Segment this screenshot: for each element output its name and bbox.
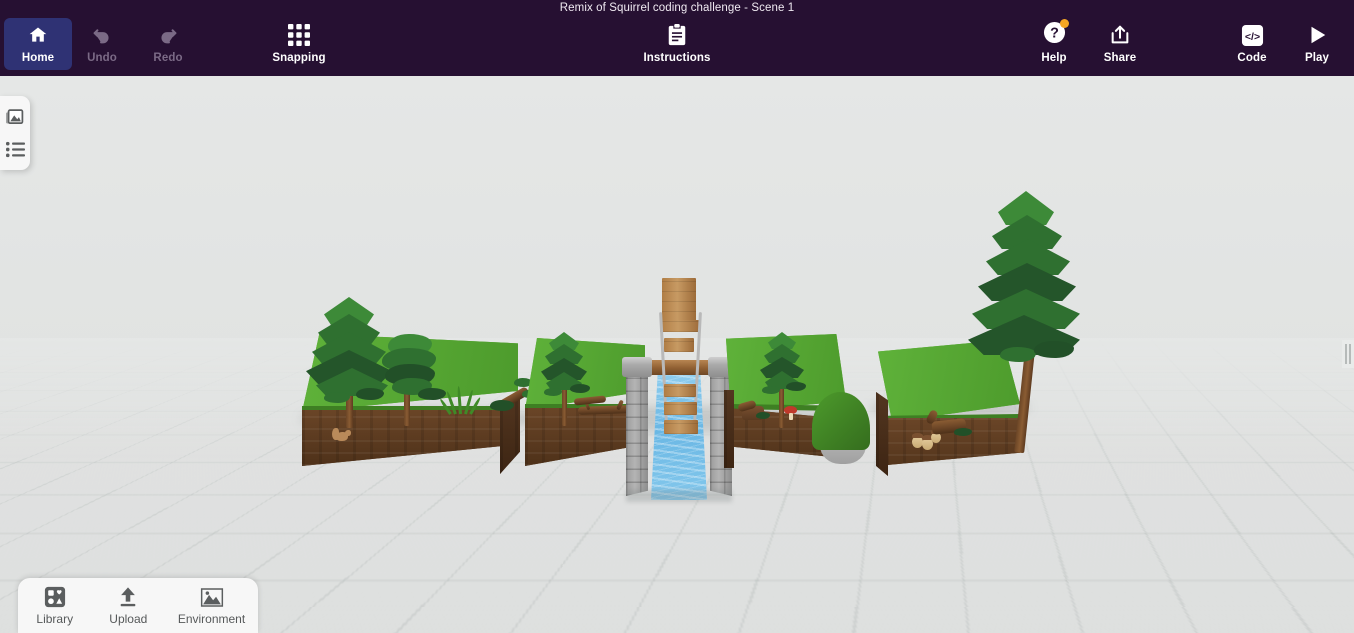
home-icon — [27, 22, 49, 48]
svg-text:</>: </> — [1244, 30, 1259, 42]
instructions-label: Instructions — [643, 52, 711, 64]
library-shapes-icon — [44, 585, 66, 609]
share-button[interactable]: Share — [1086, 18, 1154, 70]
share-label: Share — [1103, 52, 1137, 64]
upload-label: Upload — [109, 612, 148, 626]
environment-label: Environment — [177, 612, 246, 626]
instructions-button[interactable]: Instructions — [622, 18, 732, 70]
play-triangle-icon — [1306, 22, 1328, 48]
left-side-panel — [0, 96, 30, 170]
scenes-icon[interactable] — [4, 106, 26, 128]
resize-grip-bar — [1349, 344, 1351, 364]
help-button[interactable]: ? Help — [1020, 18, 1088, 70]
help-question-icon: ? — [1043, 19, 1069, 49]
environment-button[interactable]: Environment — [178, 585, 245, 626]
resize-grip-bar — [1345, 344, 1347, 364]
share-arrow-icon — [1108, 22, 1132, 48]
upload-button[interactable]: Upload — [104, 585, 152, 626]
redo-icon — [156, 22, 180, 48]
fallen-log[interactable] — [925, 408, 972, 440]
panel-resize-handle[interactable] — [1342, 340, 1354, 368]
snapping-label: Snapping — [272, 52, 326, 64]
svg-text:?: ? — [1050, 26, 1059, 42]
snapping-button[interactable]: Snapping — [244, 18, 354, 70]
grid-icon — [288, 22, 310, 48]
undo-label: Undo — [87, 52, 117, 64]
mushroom[interactable] — [784, 406, 798, 420]
environment-image-icon — [200, 585, 224, 609]
app-root: Remix of Squirrel coding challenge - Sce… — [0, 0, 1354, 633]
play-label: Play — [1304, 52, 1330, 64]
undo-button[interactable]: Undo — [68, 18, 136, 70]
code-label: Code — [1237, 52, 1267, 64]
upload-arrow-icon — [117, 585, 139, 609]
code-button[interactable]: </> Code — [1218, 18, 1286, 70]
help-label: Help — [1041, 52, 1067, 64]
top-toolbar: Remix of Squirrel coding challenge - Sce… — [0, 0, 1354, 76]
grass-hill[interactable] — [812, 392, 874, 464]
squirrel[interactable] — [332, 428, 352, 442]
home-label: Home — [21, 52, 55, 64]
bottom-toolbar: Library Upload Environment — [18, 578, 258, 633]
document-title: Remix of Squirrel coding challenge - Sce… — [559, 2, 795, 14]
redo-label: Redo — [153, 52, 183, 64]
grass-tuft[interactable] — [439, 384, 482, 415]
home-button[interactable]: Home — [4, 18, 72, 70]
3d-scene-viewport[interactable] — [0, 76, 1354, 633]
library-label: Library — [36, 612, 74, 626]
help-notification-badge — [1059, 19, 1069, 28]
object-list-icon[interactable] — [4, 138, 26, 160]
clipboard-icon — [667, 22, 687, 48]
code-brackets-icon: </> — [1241, 22, 1264, 48]
fallen-log[interactable] — [573, 394, 607, 406]
undo-icon — [90, 22, 114, 48]
library-button[interactable]: Library — [31, 585, 79, 626]
redo-button[interactable]: Redo — [134, 18, 202, 70]
tree-stump[interactable] — [737, 399, 770, 422]
play-button[interactable]: Play — [1283, 18, 1351, 70]
